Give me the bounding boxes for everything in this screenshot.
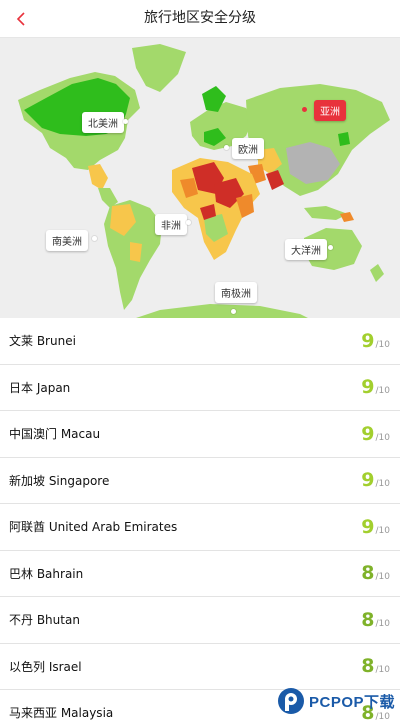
country-name: 巴林 Bahrain (9, 566, 84, 581)
list-item[interactable]: 中国澳门 Macau 9/10 (0, 411, 400, 458)
region-label-asia[interactable]: 亚洲 (314, 100, 346, 121)
list-item[interactable]: 巴林 Bahrain 8/10 (0, 551, 400, 597)
world-map-graphic (18, 44, 390, 318)
country-name: 中国澳门 Macau (9, 427, 101, 442)
region-label-antarctica[interactable]: 南极洲 (215, 282, 257, 303)
country-safety-list: 文莱 Brunei 9/10 日本 Japan 9/10 中国澳门 Macau … (0, 318, 400, 720)
region-marker-south-america[interactable] (92, 236, 97, 241)
safety-score: 8/10 (361, 655, 390, 678)
safety-score: 9/10 (361, 329, 390, 352)
region-marker-asia[interactable] (302, 107, 307, 112)
region-marker-antarctica[interactable] (231, 309, 236, 314)
region-marker-north-america[interactable] (123, 119, 128, 124)
region-marker-europe[interactable] (224, 145, 229, 150)
safety-score: 9/10 (361, 376, 390, 399)
region-label-north-america[interactable]: 北美洲 (82, 112, 124, 133)
watermark-text: PCPOP下载 (309, 693, 396, 711)
antarctica-shape (136, 304, 308, 318)
list-item[interactable]: 不丹 Bhutan 8/10 (0, 597, 400, 644)
greenland-shape (132, 44, 186, 92)
safety-score: 9/10 (361, 469, 390, 492)
page-title: 旅行地区安全分级 (144, 10, 256, 26)
region-label-africa[interactable]: 非洲 (155, 214, 187, 235)
watermark: PCPOP下载 (276, 682, 400, 720)
country-name: 马来西亚 Malaysia (9, 706, 114, 720)
region-marker-oceania[interactable] (328, 245, 333, 250)
safety-score: 9/10 (361, 515, 390, 538)
country-name: 不丹 Bhutan (9, 613, 80, 628)
region-marker-africa[interactable] (186, 220, 191, 225)
region-label-europe[interactable]: 欧洲 (232, 138, 264, 159)
safety-score: 8/10 (361, 562, 390, 585)
pcpop-logo-icon (278, 688, 304, 714)
list-item[interactable]: 日本 Japan 9/10 (0, 365, 400, 411)
list-item[interactable]: 新加坡 Singapore 9/10 (0, 458, 400, 504)
region-label-oceania[interactable]: 大洋洲 (285, 239, 327, 260)
country-name: 阿联酋 United Arab Emirates (9, 520, 178, 535)
country-name: 新加坡 Singapore (9, 473, 110, 488)
top-bar: 旅行地区安全分级 (0, 0, 400, 38)
country-name: 日本 Japan (9, 380, 71, 395)
world-safety-map[interactable]: 北美洲 欧洲 亚洲 非洲 南美洲 大洋洲 南极洲 (0, 38, 400, 318)
country-name: 以色列 Israel (9, 659, 82, 674)
region-label-south-america[interactable]: 南美洲 (46, 230, 88, 251)
safety-score: 9/10 (361, 422, 390, 445)
list-item[interactable]: 文莱 Brunei 9/10 (0, 318, 400, 365)
safety-score: 8/10 (361, 608, 390, 631)
country-name: 文莱 Brunei (9, 334, 76, 349)
list-item[interactable]: 阿联酋 United Arab Emirates 9/10 (0, 504, 400, 551)
